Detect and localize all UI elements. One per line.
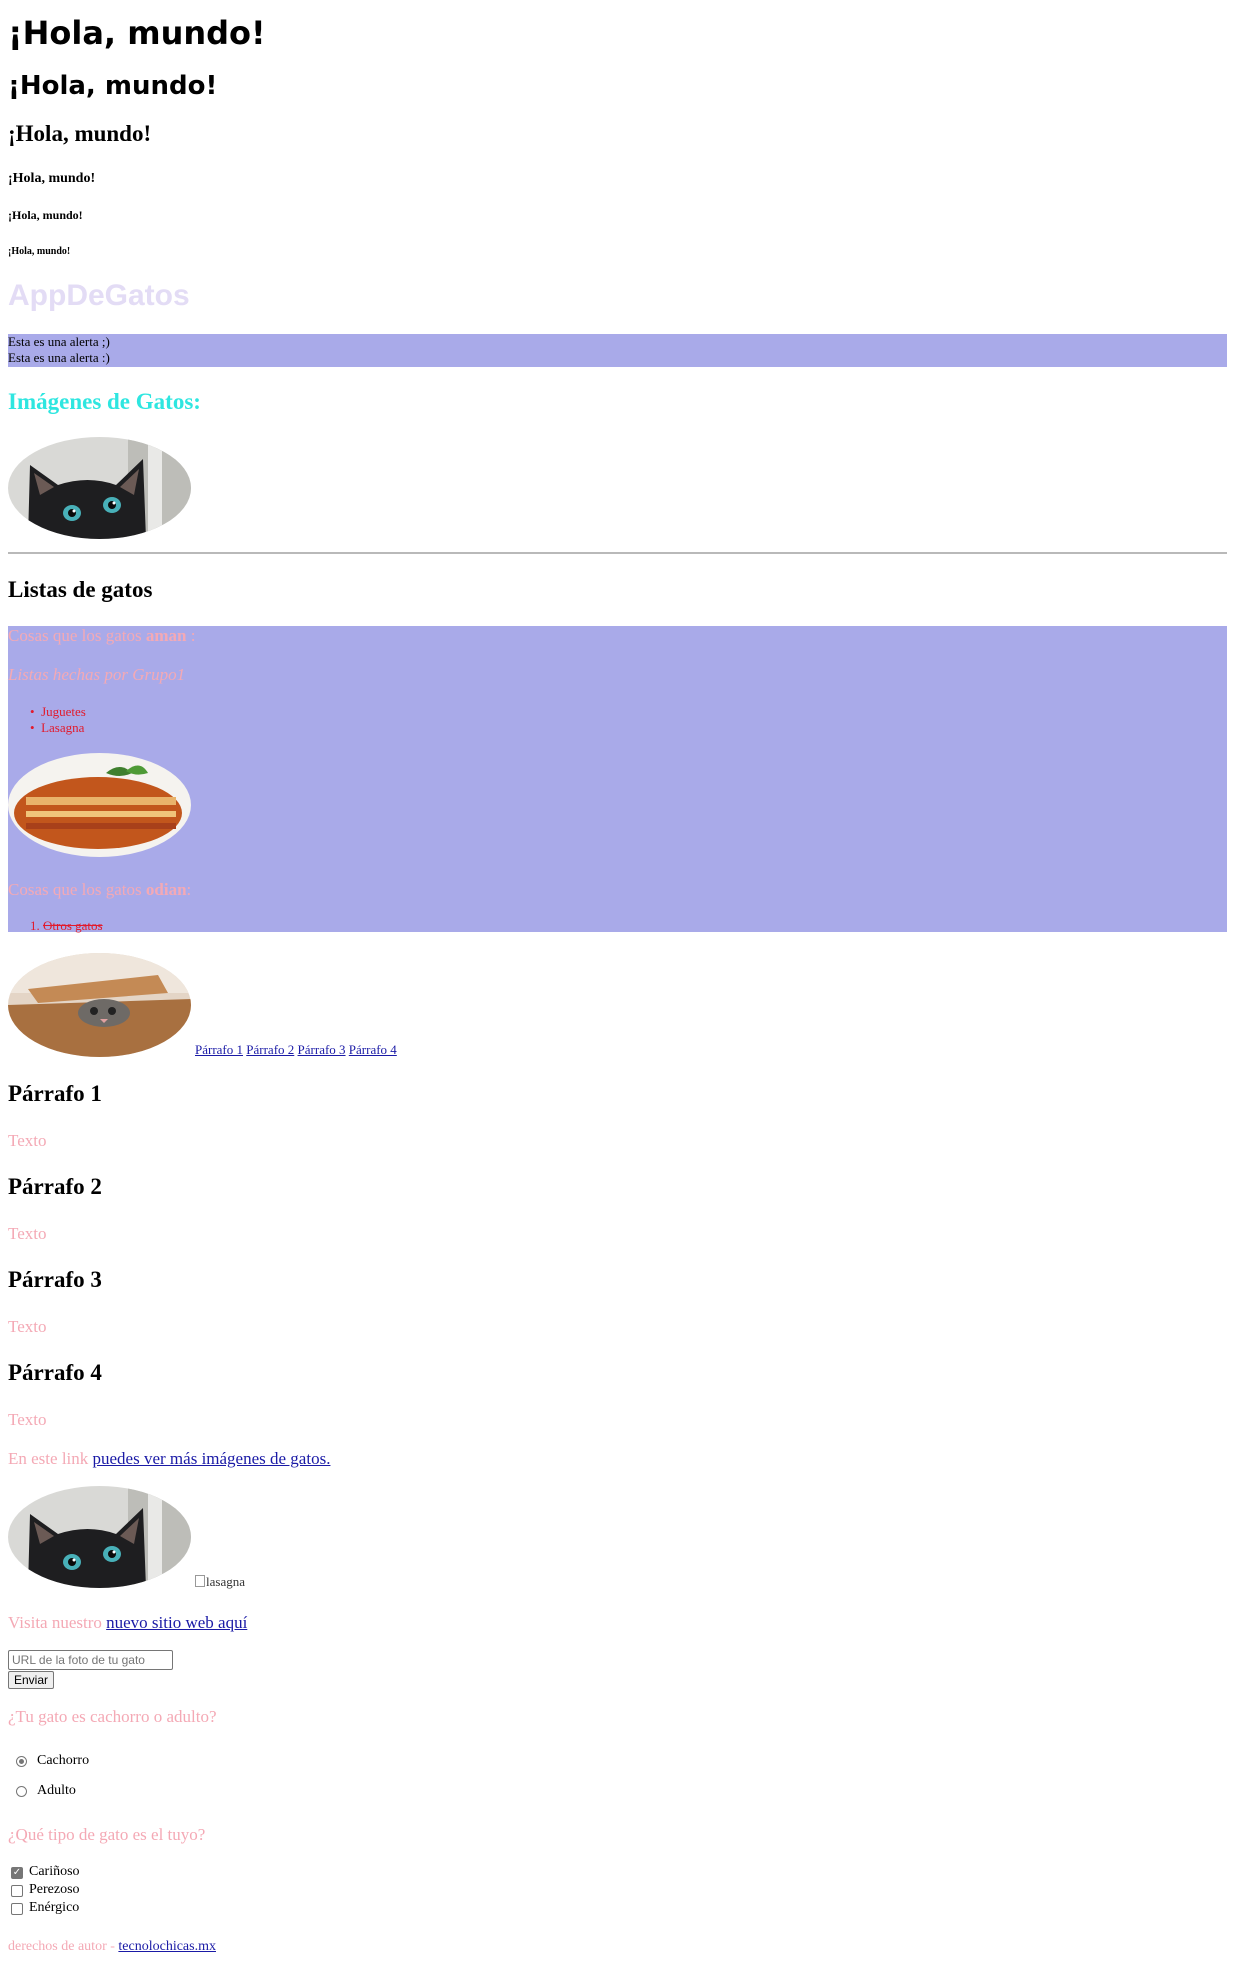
section-text: Texto bbox=[8, 1410, 47, 1429]
more-images-line: En este link puedes ver más imágenes de … bbox=[8, 1449, 331, 1468]
lasagna-image bbox=[8, 753, 191, 857]
hates-heading: Cosas que los gatos odian: bbox=[8, 880, 192, 899]
section-text: Texto bbox=[8, 1317, 47, 1336]
section-text: Texto bbox=[8, 1131, 47, 1150]
nav-link-parrafo-1[interactable]: Párrafo 1 bbox=[195, 1042, 243, 1057]
loves-heading: Cosas que los gatos aman : bbox=[8, 626, 196, 645]
heading-h3: ¡Hola, mundo! bbox=[8, 121, 152, 146]
hates-list: 1. Otros gatos bbox=[30, 918, 103, 934]
broken-image-icon bbox=[195, 1575, 205, 1587]
radio-button[interactable] bbox=[16, 1756, 27, 1767]
more-images-link[interactable]: puedes ver más imágenes de gatos. bbox=[93, 1449, 331, 1468]
checkbox[interactable] bbox=[11, 1903, 23, 1915]
age-question: ¿Tu gato es cachorro o adulto? bbox=[8, 1707, 217, 1726]
black-cat-image[interactable] bbox=[8, 1486, 191, 1588]
nav-link-parrafo-4[interactable]: Párrafo 4 bbox=[349, 1042, 397, 1057]
section-title-parrafo-1: Párrafo 1 bbox=[8, 1081, 102, 1106]
nav-link-parrafo-2[interactable]: Párrafo 2 bbox=[246, 1042, 294, 1057]
lists-title: Listas de gatos bbox=[8, 577, 153, 602]
lists-box: Cosas que los gatos aman : Listas hechas… bbox=[8, 626, 1227, 934]
section-title-parrafo-3: Párrafo 3 bbox=[8, 1267, 102, 1292]
visit-website-link[interactable]: nuevo sitio web aquí bbox=[106, 1613, 247, 1632]
footer-link[interactable]: tecnolochicas.mx bbox=[118, 1939, 216, 1954]
cat-photo-url-input[interactable] bbox=[8, 1650, 173, 1670]
broken-image-alt: lasagna bbox=[206, 1574, 245, 1589]
app-brand-title: AppDeGatos bbox=[8, 279, 190, 312]
loves-list: • Juguetes • Lasagna bbox=[30, 704, 86, 736]
checkbox[interactable] bbox=[11, 1885, 23, 1897]
paragraph-nav: Párrafo 1 Párrafo 2 Párrafo 3 Párrafo 4 bbox=[195, 1042, 397, 1058]
section-title-parrafo-2: Párrafo 2 bbox=[8, 1174, 102, 1199]
heading-h6: ¡Hola, mundo! bbox=[8, 246, 71, 257]
heading-h5: ¡Hola, mundo! bbox=[8, 208, 83, 222]
footer: derechos de autor - tecnolochicas.mx bbox=[8, 1939, 216, 1954]
heading-h1: ¡Hola, mundo! bbox=[8, 14, 266, 52]
radio-button[interactable] bbox=[16, 1786, 27, 1797]
cat-in-box-image bbox=[8, 953, 191, 1057]
heading-h2: ¡Hola, mundo! bbox=[8, 71, 218, 101]
list-item: 1. Otros gatos bbox=[30, 918, 103, 933]
alert-box: Esta es una alerta ;) Esta es una alerta… bbox=[8, 334, 1227, 367]
checkbox[interactable]: ✓ bbox=[11, 1867, 23, 1879]
lists-credit: Listas hechas por Grupo1 bbox=[8, 665, 186, 684]
heading-h4: ¡Hola, mundo! bbox=[8, 171, 96, 186]
submit-button[interactable]: Enviar bbox=[8, 1671, 55, 1689]
horizontal-divider bbox=[8, 552, 1227, 554]
alert-message: Esta es una alerta ;) bbox=[8, 334, 110, 349]
list-item: • Lasagna bbox=[30, 720, 85, 735]
list-item: • Juguetes bbox=[30, 704, 86, 719]
section-title-parrafo-4: Párrafo 4 bbox=[8, 1360, 102, 1385]
broken-image[interactable]: lasagna bbox=[195, 1574, 245, 1590]
images-title: Imágenes de Gatos: bbox=[8, 389, 201, 414]
alert-message: Esta es una alerta :) bbox=[8, 350, 110, 365]
visit-line: Visita nuestro nuevo sitio web aquí bbox=[8, 1613, 248, 1632]
type-question: ¿Qué tipo de gato es el tuyo? bbox=[8, 1825, 206, 1844]
black-cat-image bbox=[8, 437, 191, 539]
nav-link-parrafo-3[interactable]: Párrafo 3 bbox=[298, 1042, 346, 1057]
section-text: Texto bbox=[8, 1224, 47, 1243]
